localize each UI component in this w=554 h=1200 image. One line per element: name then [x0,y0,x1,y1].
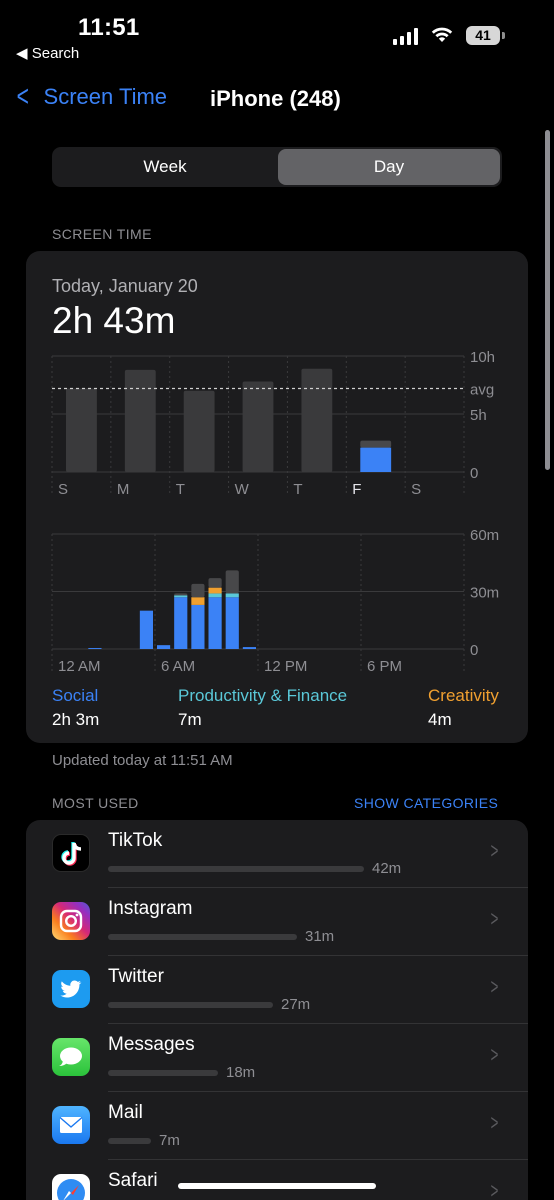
weekly-day-label: T [176,481,185,498]
scroll-indicator[interactable] [545,130,550,470]
weekly-bar [124,369,156,472]
hourly-x-tick: 12 PM [264,658,307,675]
app-duration: 42m [372,860,402,877]
category-social[interactable]: Social 2h 3m [52,686,99,730]
chevron-right-icon: > [490,1042,499,1067]
weekly-y-tick: 10h [470,349,495,366]
hourly-y-tick: 30m [470,585,499,602]
app-usage-bar [108,1002,273,1008]
category-creativity-name: Creativity [428,686,499,705]
app-name: Mail [108,1102,143,1123]
hourly-y-tick: 0 [470,642,478,659]
category-social-value: 2h 3m [52,710,100,729]
weekly-bar [66,388,97,472]
hourly-bar-social [174,597,188,649]
hourly-bar-creativity [208,587,222,594]
app-row-twitter[interactable]: Twitter 27m > [26,956,528,1024]
hourly-bar-social [88,648,102,649]
home-indicator[interactable] [178,1183,376,1189]
most-used-app-list: TikTok 42m > Instagram 31m > Twitter 27m… [26,820,528,1200]
hourly-bar-creativity [191,597,205,605]
weekly-day-label: S [411,481,421,498]
app-row-instagram[interactable]: Instagram 31m > [26,888,528,956]
app-row-mail[interactable]: Mail 7m > [26,1092,528,1160]
hourly-x-tick: 6 PM [367,658,402,675]
instagram-icon [52,902,90,940]
weekly-day-label: W [235,481,250,498]
hourly-bar-productivity [225,593,239,598]
chevron-right-icon: > [490,1110,499,1135]
hourly-bar-social [225,597,239,649]
app-row-safari[interactable]: Safari > [26,1160,528,1200]
hourly-bar-social [242,647,256,649]
weekly-y-tick: 5h [470,407,487,424]
app-row-messages[interactable]: Messages 18m > [26,1024,528,1092]
weekly-day-label: F [352,481,361,498]
app-row-tiktok[interactable]: TikTok 42m > [26,820,528,888]
app-usage-bar [108,1070,218,1076]
app-duration: 18m [226,1064,256,1081]
app-duration: 31m [305,928,335,945]
hourly-bar-other [191,583,205,598]
weekly-y-tick: avg [470,381,494,398]
hourly-x-tick: 12 AM [58,658,101,675]
app-name: Twitter [108,966,164,987]
category-productivity[interactable]: Productivity & Finance 7m [178,686,347,730]
app-usage-bar [108,1138,151,1144]
category-productivity-value: 7m [178,710,202,729]
chevron-right-icon: > [490,974,499,999]
category-creativity-value: 4m [428,710,452,729]
weekly-bar-other [360,440,392,448]
app-name: Messages [108,1034,195,1055]
weekly-usage-chart[interactable]: 10h avg 5h 0 S M T W T F S 60m 30m 0 12 AM 6 AM 12 PM 6 P… [0,0,554,760]
weekly-day-label: T [293,481,302,498]
messages-icon [52,1038,90,1076]
app-usage-bar [108,866,364,872]
chevron-right-icon: > [490,1178,499,1200]
twitter-icon [52,970,90,1008]
category-creativity[interactable]: Creativity 4m [428,686,499,730]
chevron-right-icon: > [490,906,499,931]
show-categories-button[interactable]: SHOW CATEGORIES [354,795,498,811]
hourly-bar-other [225,570,239,594]
hourly-bar-other [208,578,222,588]
chevron-right-icon: > [490,838,499,863]
weekly-bar [301,368,333,472]
hourly-bar-social [157,645,171,649]
app-duration: 7m [159,1132,180,1149]
updated-timestamp: Updated today at 11:51 AM [52,752,233,769]
tiktok-icon [52,834,90,872]
hourly-bar-other [174,593,188,596]
weekly-day-label: M [117,481,130,498]
weekly-y-tick: 0 [470,465,478,482]
weekly-bar [242,381,274,472]
hourly-bar-social [139,610,153,649]
category-social-name: Social [52,686,99,705]
weekly-bar-social [360,447,392,472]
app-name: TikTok [108,830,163,851]
mail-icon [52,1106,90,1144]
hourly-bar-productivity [208,593,222,598]
hourly-y-tick: 60m [470,527,499,544]
hourly-bar-social [191,604,205,649]
section-label-most-used: MOST USED [52,795,139,811]
hourly-bar-productivity [174,595,188,598]
hourly-bar-social [208,597,222,649]
hourly-x-tick: 6 AM [161,658,195,675]
app-duration: 27m [281,996,311,1013]
weekly-bar [183,390,215,472]
app-name: Safari [108,1170,158,1191]
safari-icon [52,1174,90,1200]
weekly-day-label: S [58,481,68,498]
app-usage-bar [108,934,297,940]
category-productivity-name: Productivity & Finance [178,686,348,705]
app-name: Instagram [108,898,193,919]
